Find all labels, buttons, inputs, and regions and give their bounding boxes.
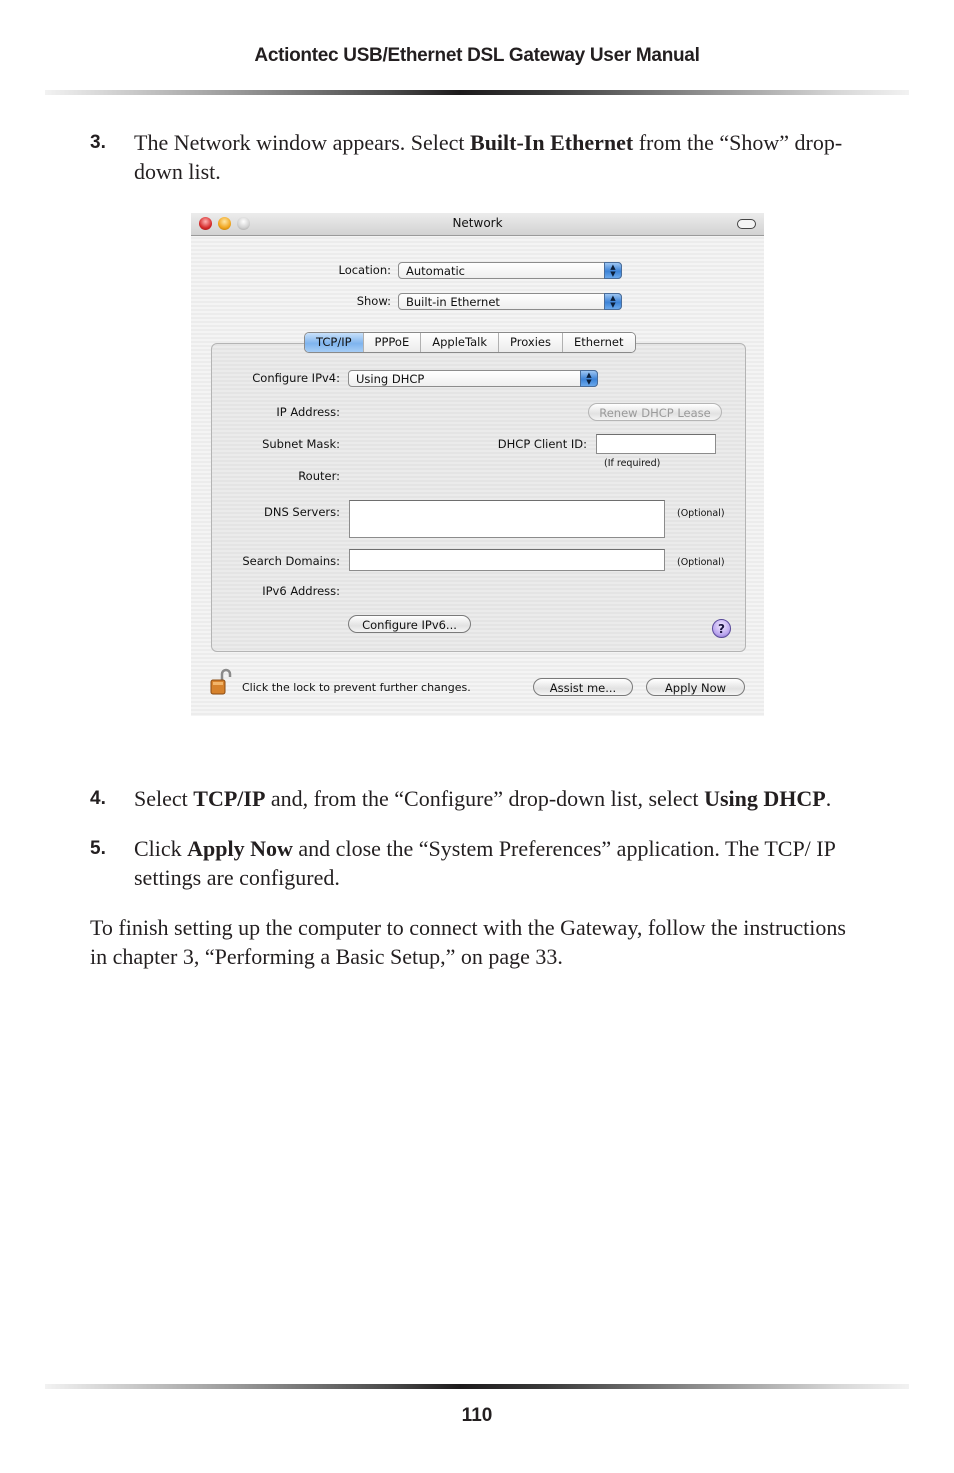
step-text: Select TCP/IP and, from the “Configure” … — [134, 786, 832, 811]
window-title: Network — [452, 216, 503, 230]
help-button[interactable]: ? — [712, 619, 731, 638]
header-divider — [45, 90, 909, 95]
search-domains-input[interactable] — [349, 549, 665, 571]
lock-message: Click the lock to prevent further change… — [242, 681, 471, 694]
configure-ipv4-value: Using DHCP — [356, 372, 425, 386]
tab-pppoe[interactable]: PPPoE — [363, 333, 422, 352]
step-number: 5. — [90, 838, 106, 859]
assist-me-button[interactable]: Assist me... — [533, 678, 633, 696]
configure-ipv6-button[interactable]: Configure IPv6... — [348, 615, 471, 633]
location-value: Automatic — [406, 264, 465, 278]
step-text: The Network window appears. Select Built… — [134, 130, 843, 184]
ipv6-address-label: IPv6 Address: — [262, 584, 340, 598]
network-window: Network Location: Automatic ▲ ▼ Show: Bui… — [191, 213, 764, 716]
tab-bar: TCP/IP PPPoE AppleTalk Proxies Ethernet — [304, 332, 636, 353]
dhcp-client-id-input[interactable] — [596, 434, 716, 454]
dns-servers-input[interactable] — [349, 500, 665, 538]
window-titlebar: Network — [191, 213, 764, 236]
step-number: 4. — [90, 788, 106, 809]
emphasis-text: Apply Now — [187, 836, 293, 861]
if-required-note: (If required) — [604, 458, 661, 469]
step-text: Click Apply Now and close the “System Pr… — [134, 836, 836, 890]
toolbar-toggle-icon[interactable] — [737, 219, 756, 229]
renew-dhcp-lease-button[interactable]: Renew DHCP Lease — [588, 403, 722, 421]
search-domains-label: Search Domains: — [242, 554, 340, 568]
show-popup[interactable]: Built-in Ethernet ▲ ▼ — [398, 293, 622, 310]
step-number: 3. — [90, 132, 106, 153]
subnet-mask-label: Subnet Mask: — [262, 437, 340, 451]
emphasis-text: Built-In Ethernet — [470, 130, 634, 155]
ip-address-label: IP Address: — [276, 405, 340, 419]
dns-servers-label: DNS Servers: — [264, 505, 340, 519]
dns-optional-note: (Optional) — [677, 508, 725, 519]
tab-proxies[interactable]: Proxies — [499, 333, 563, 352]
show-label: Show: — [356, 294, 391, 308]
manual-header-title: Actiontec USB/Ethernet DSL Gateway User … — [254, 45, 700, 66]
tab-ethernet[interactable]: Ethernet — [562, 333, 635, 352]
search-optional-note: (Optional) — [677, 557, 725, 568]
location-label: Location: — [338, 263, 391, 277]
footer-divider — [45, 1384, 909, 1389]
apply-now-button[interactable]: Apply Now — [646, 678, 745, 696]
page-number: 110 — [461, 1405, 493, 1426]
emphasis-text: TCP/IP — [193, 786, 266, 811]
lock-icon[interactable] — [210, 668, 232, 696]
show-value: Built-in Ethernet — [406, 295, 500, 309]
tcpip-panel — [211, 343, 746, 652]
tab-tcpip[interactable]: TCP/IP — [305, 333, 364, 352]
tab-appletalk[interactable]: AppleTalk — [421, 333, 499, 352]
location-popup[interactable]: Automatic ▲ ▼ — [398, 262, 622, 279]
popup-arrows-icon: ▲ ▼ — [580, 370, 598, 387]
popup-arrows-icon: ▲ ▼ — [604, 293, 622, 310]
popup-arrows-icon: ▲ ▼ — [604, 262, 622, 279]
emphasis-text: Using DHCP — [704, 786, 826, 811]
router-label: Router: — [298, 469, 340, 483]
dhcp-client-id-label: DHCP Client ID: — [497, 437, 587, 451]
configure-ipv4-popup[interactable]: Using DHCP ▲ ▼ — [348, 370, 598, 387]
closing-paragraph: To finish setting up the computer to con… — [90, 915, 846, 969]
configure-ipv4-label: Configure IPv4: — [252, 371, 340, 385]
